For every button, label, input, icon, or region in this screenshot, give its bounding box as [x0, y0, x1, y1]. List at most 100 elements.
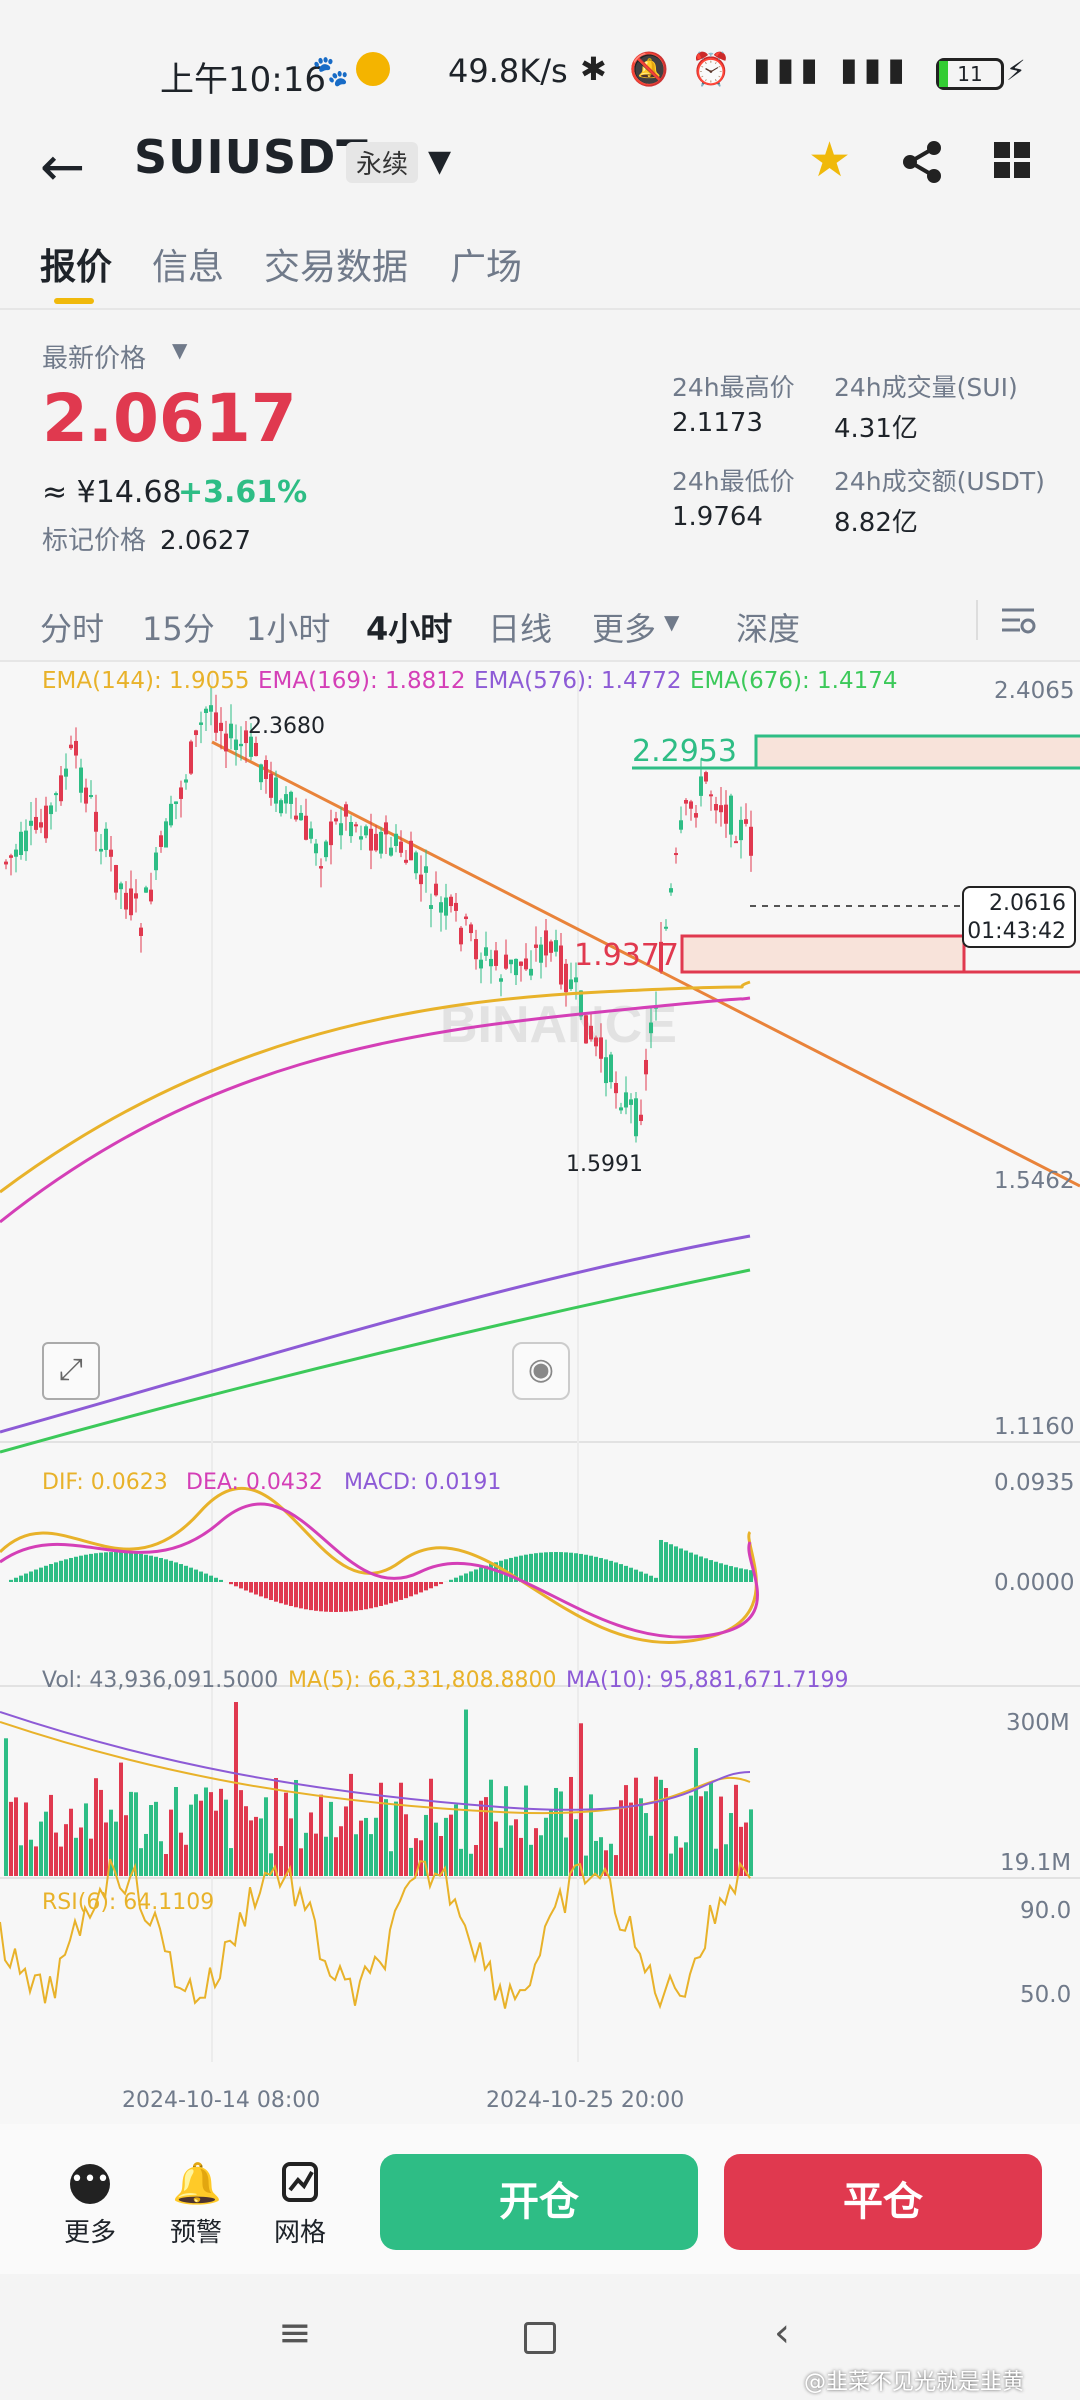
candle-body — [629, 1099, 633, 1105]
volume-bar — [404, 1814, 408, 1876]
share-icon[interactable] — [902, 140, 942, 184]
volume-bar — [164, 1854, 168, 1876]
macd-bar — [449, 1579, 453, 1582]
volume-bar — [529, 1844, 533, 1876]
candle-body — [434, 883, 438, 896]
volume-bar — [434, 1822, 438, 1876]
macd-bar — [564, 1552, 568, 1582]
volume-bar — [139, 1848, 143, 1876]
grid-bot-icon[interactable] — [282, 2162, 318, 2202]
open-position-button[interactable]: 开仓 — [380, 2154, 698, 2250]
macd-bar — [459, 1575, 463, 1582]
macd-bar — [474, 1569, 478, 1582]
volume-bar — [489, 1779, 493, 1876]
volume-bar — [714, 1848, 718, 1876]
tab-quote[interactable]: 报价 — [40, 238, 112, 290]
candle-body — [319, 866, 323, 869]
ema144-legend: EMA(144): 1.9055 — [42, 668, 250, 694]
star-icon[interactable]: ★ — [808, 132, 851, 188]
macd-bar — [744, 1569, 748, 1582]
candle-body — [309, 828, 313, 839]
more-icon[interactable]: ••• — [70, 2164, 110, 2204]
nav-back-icon[interactable]: ‹ — [774, 2310, 790, 2356]
volume-bar — [134, 1792, 138, 1876]
price-type-dropdown-icon[interactable]: ▼ — [172, 338, 187, 362]
volume-bar — [734, 1784, 738, 1876]
volume-bar — [174, 1787, 178, 1876]
latest-price-label[interactable]: 最新价格 — [42, 338, 146, 375]
nav-menu-icon[interactable]: ≡ — [278, 2310, 312, 2356]
volume-bar — [314, 1833, 318, 1876]
macd-bar — [19, 1575, 23, 1582]
candle-body — [239, 743, 243, 747]
high-marker: 2.3680 — [248, 714, 325, 739]
candle-body — [484, 947, 488, 956]
grid-button[interactable]: 网格 — [260, 2212, 340, 2249]
macd-axis-top: 0.0935 — [994, 1470, 1075, 1496]
interval-more-dropdown-icon[interactable]: ▼ — [664, 610, 679, 634]
interval-time[interactable]: 分时 — [40, 604, 104, 650]
tab-info[interactable]: 信息 — [152, 238, 224, 290]
macd-bar — [264, 1582, 268, 1599]
fiat-price: ≈ ¥14.68 — [42, 475, 182, 510]
macd-bar — [634, 1569, 638, 1582]
volume-bar — [609, 1843, 613, 1876]
interval-depth[interactable]: 深度 — [736, 604, 800, 650]
volume-bar — [514, 1819, 518, 1876]
chart-settings-icon[interactable] — [1000, 606, 1036, 636]
candle-body — [439, 902, 443, 913]
macd-bar — [654, 1577, 658, 1582]
dropdown-icon[interactable]: ▼ — [428, 144, 451, 179]
macd-bar — [519, 1555, 523, 1582]
low-label: 24h最低价 — [672, 467, 795, 496]
interval-1d[interactable]: 日线 — [488, 604, 552, 650]
volume-bar — [459, 1848, 463, 1876]
bell-icon[interactable]: 🔔 — [172, 2160, 222, 2207]
interval-more[interactable]: 更多 — [592, 604, 656, 650]
high-value: 2.1173 — [672, 408, 763, 438]
interval-1h[interactable]: 1小时 — [246, 604, 330, 650]
macd-bar — [194, 1569, 198, 1582]
symbol-title[interactable]: SUIUSDT — [134, 130, 369, 184]
candle-body — [419, 874, 423, 885]
candle-body — [39, 822, 43, 828]
macd-bar — [624, 1565, 628, 1582]
interval-4h[interactable]: 4小时 — [366, 604, 452, 650]
candle-body — [264, 760, 268, 779]
macd-bar — [539, 1552, 543, 1582]
fullscreen-icon[interactable]: ⤢ — [42, 1342, 100, 1400]
volume-bar — [659, 1779, 663, 1876]
grid-icon[interactable] — [994, 142, 1032, 180]
macd-bar — [99, 1552, 103, 1582]
interval-15m[interactable]: 15分 — [142, 604, 215, 650]
candle-body — [404, 859, 408, 863]
divider — [976, 600, 978, 640]
more-button[interactable]: 更多 — [50, 2212, 130, 2249]
eye-icon[interactable]: ◉ — [512, 1342, 570, 1400]
macd-bar — [479, 1567, 483, 1582]
back-arrow-icon[interactable]: ← — [40, 135, 85, 198]
tab-square[interactable]: 广场 — [450, 238, 522, 290]
candle-body — [734, 841, 738, 844]
vol-usdt-label: 24h成交额(USDT) — [834, 467, 1045, 496]
macd-bar — [594, 1556, 598, 1582]
macd-bar — [509, 1557, 513, 1582]
nav-home-icon[interactable] — [524, 2322, 556, 2354]
candle-body — [129, 888, 133, 916]
candle-body — [139, 927, 143, 936]
candle-body — [44, 805, 48, 839]
tab-trading-data[interactable]: 交易数据 — [264, 238, 408, 290]
volume-bar — [84, 1803, 88, 1876]
macd-dif-legend: DIF: 0.0623 — [42, 1470, 168, 1495]
close-position-button[interactable]: 平仓 — [724, 2154, 1042, 2250]
candle-body — [74, 740, 78, 756]
macd-bar — [234, 1582, 238, 1587]
macd-bar — [214, 1577, 218, 1582]
macd-bar — [139, 1553, 143, 1582]
alert-button[interactable]: 预警 — [156, 2212, 236, 2249]
low-marker: 1.5991 — [566, 1152, 643, 1177]
divider — [0, 308, 1080, 310]
candle-body — [329, 821, 333, 846]
candle-body — [529, 968, 533, 976]
macd-bar — [389, 1582, 393, 1604]
